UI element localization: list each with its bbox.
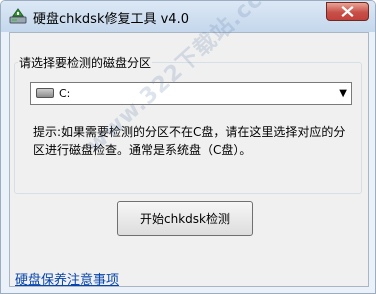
partition-group-label: 请选择要检测的磁盘分区: [18, 54, 153, 71]
close-x-icon: [341, 5, 354, 18]
start-chkdsk-button[interactable]: 开始chkdsk检测: [117, 201, 253, 236]
title-bar[interactable]: 硬盘chkdsk修复工具 v4.0: [1, 1, 375, 32]
partition-select[interactable]: C: ▼: [30, 82, 352, 105]
hard-drive-icon: [36, 88, 54, 98]
disk-care-notes-link[interactable]: 硬盘保养注意事项: [15, 269, 119, 288]
disk-repair-app-icon: [9, 8, 27, 24]
window-title: 硬盘chkdsk修复工具 v4.0: [33, 12, 189, 27]
chevron-down-icon[interactable]: ▼: [339, 88, 347, 99]
close-button[interactable]: [326, 2, 369, 21]
dialog-client-area: 请选择要检测的磁盘分区 C: ▼ 提示:如果需要检测的分区不在C盘，请在这里选择…: [9, 1, 369, 288]
app-window: 硬盘chkdsk修复工具 v4.0 请选择要检测的磁盘分区 C: ▼ 提示:如果…: [0, 0, 376, 294]
partition-select-value: C:: [59, 87, 71, 100]
hint-text: 提示:如果需要检测的分区不在C盘，请在这里选择对应的分区进行磁盘检查。通常是系统…: [33, 125, 346, 157]
